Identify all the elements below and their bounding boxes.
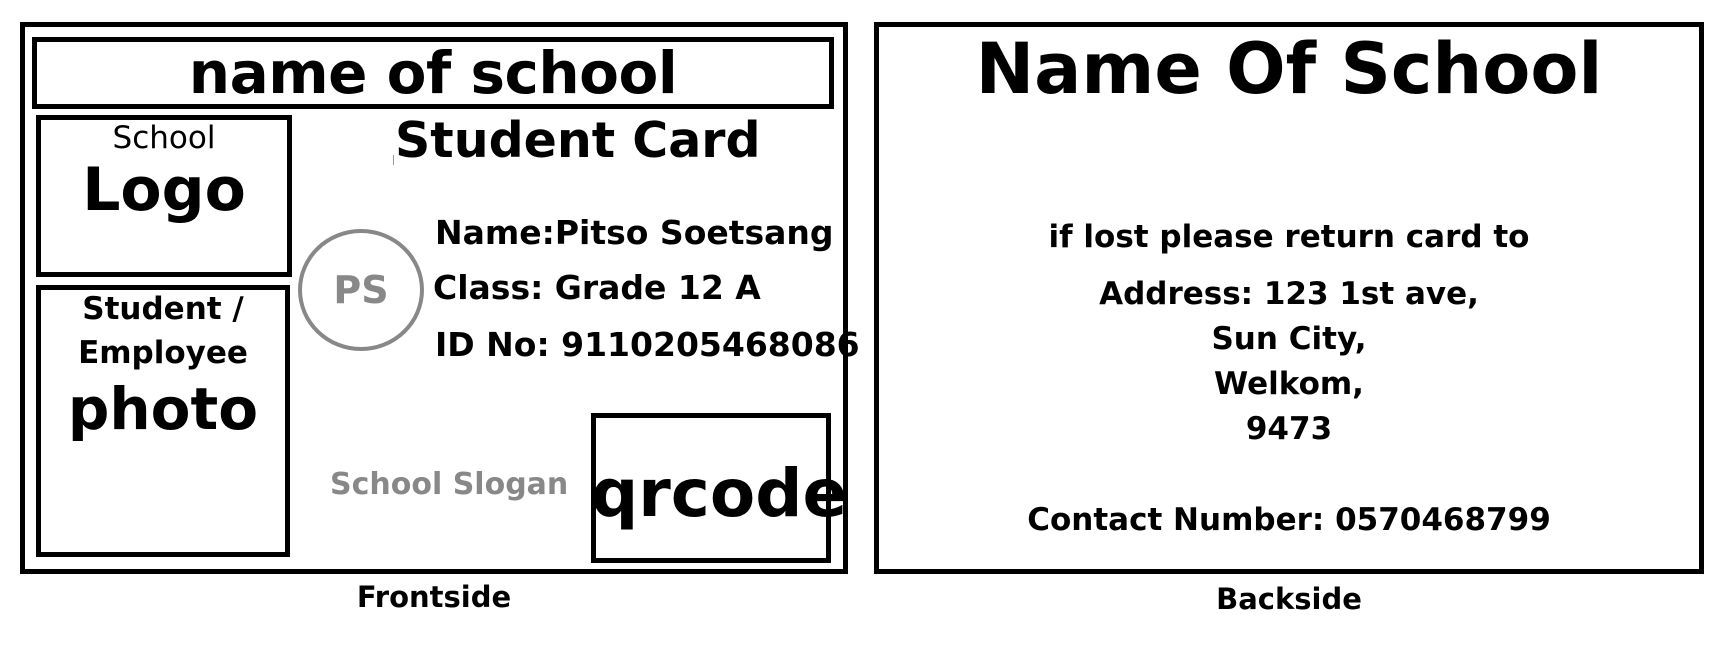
photo-label-line1: Student / bbox=[82, 291, 244, 327]
contact-number: Contact Number: 0570468799 bbox=[1027, 502, 1551, 538]
lost-card-notice: if lost please return card to bbox=[1048, 219, 1530, 255]
student-name-field: Name:Pitso Soetsang bbox=[435, 213, 834, 252]
school-slogan: School Slogan bbox=[330, 467, 569, 502]
qrcode-label: qrcode bbox=[591, 455, 848, 532]
initials-avatar: PS bbox=[298, 229, 424, 351]
cursor-tick bbox=[393, 155, 394, 165]
front-school-name-box: name of school bbox=[32, 37, 834, 109]
backside-caption: Backside bbox=[1216, 582, 1362, 616]
logo-label-big: Logo bbox=[82, 155, 246, 225]
front-school-name: name of school bbox=[188, 39, 678, 107]
photo-label-line2: Employee bbox=[78, 335, 248, 371]
back-school-name: Name Of School bbox=[975, 28, 1603, 110]
card-title: Student Card bbox=[395, 112, 761, 169]
student-class-field: Class: Grade 12 A bbox=[433, 268, 761, 307]
photo-label-line3: photo bbox=[67, 375, 259, 443]
address-line-3: Welkom, bbox=[1214, 366, 1364, 402]
address-line-1: Address: 123 1st ave, bbox=[1099, 276, 1479, 312]
student-id-field: ID No: 9110205468086 bbox=[435, 325, 860, 364]
address-line-2: Sun City, bbox=[1211, 321, 1367, 357]
logo-label-small: School bbox=[112, 120, 216, 156]
frontside-caption: Frontside bbox=[356, 580, 512, 614]
address-line-4: 9473 bbox=[1245, 411, 1333, 447]
avatar-initials: PS bbox=[333, 268, 389, 312]
